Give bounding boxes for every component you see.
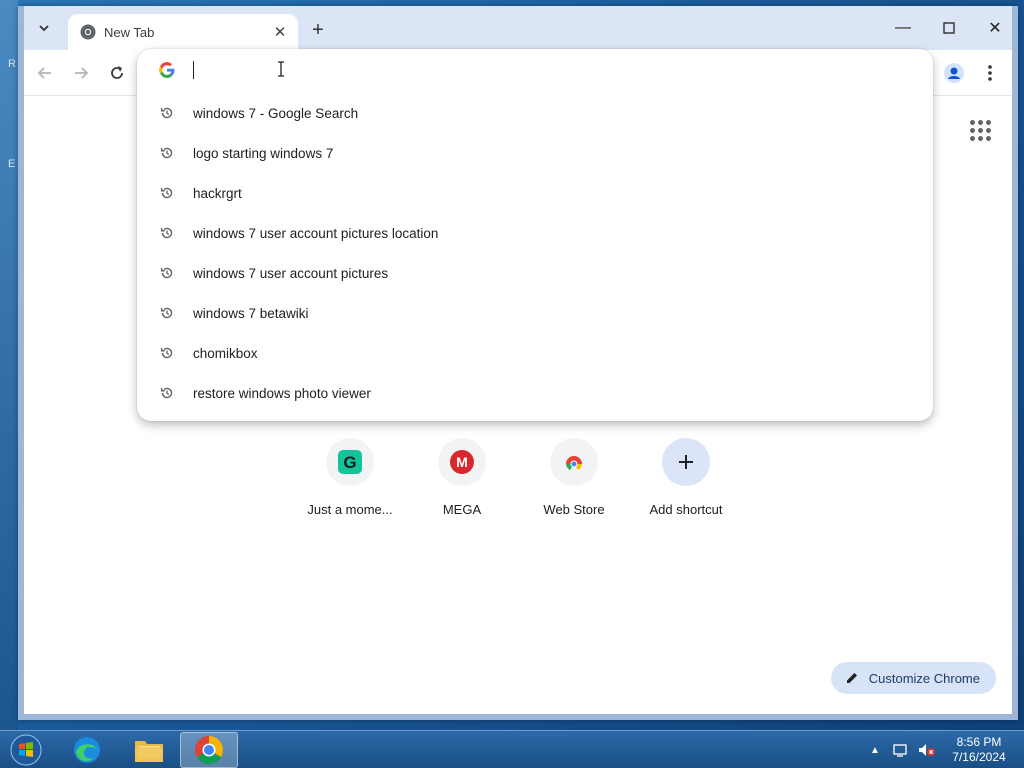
profile-avatar-icon [944,63,964,83]
action-center-flag-icon[interactable] [892,741,910,759]
new-tab-button[interactable]: + [306,18,330,42]
suggestion-text: hackrgrt [193,185,242,201]
taskbar-edge[interactable] [58,732,116,768]
suggestion-text: logo starting windows 7 [193,145,334,161]
history-icon [159,345,175,361]
back-button[interactable] [32,60,58,86]
system-tray: ▲ 8:56 PM 7/16/2024 [866,731,1014,768]
history-icon [159,305,175,321]
close-window-button[interactable]: ✕ [972,14,1018,42]
history-icon [159,105,175,121]
desktop-text-fragment: R [8,58,16,70]
tab-new-tab[interactable]: New Tab ✕ [68,14,298,50]
clock[interactable]: 8:56 PM 7/16/2024 [944,735,1014,765]
history-icon [159,385,175,401]
ibeam-cursor-icon [278,61,284,77]
profile-button[interactable] [940,59,968,87]
history-icon [159,225,175,241]
reload-icon [111,66,123,79]
shortcut-label: Just a mome... [307,502,393,517]
mega-icon: M [450,450,474,474]
plus-icon [679,455,693,469]
tab-title: New Tab [104,24,155,40]
customize-chrome-button[interactable]: Customize Chrome [830,662,996,694]
shortcut-label: Web Store [543,502,605,517]
suggestion-item[interactable]: restore windows photo viewer [137,373,933,413]
clock-date: 7/16/2024 [952,750,1006,764]
customize-chrome-label: Customize Chrome [868,670,980,686]
google-g-icon [159,62,175,78]
maximize-button[interactable] [926,14,972,42]
maximize-icon [943,22,955,34]
tab-close-icon[interactable]: ✕ [268,20,292,44]
shortcut-tiles: G Just a mome... M MEGA Web Store Add sh… [294,438,742,517]
chrome-web-store-icon [566,456,582,470]
taskbar-file-explorer[interactable] [120,732,178,768]
suggestion-text: windows 7 user account pictures [193,265,389,281]
suggestion-list: windows 7 - Google Search logo starting … [137,93,933,413]
suggestion-item[interactable]: windows 7 user account pictures [137,253,933,293]
tab-search-button[interactable] [32,16,56,40]
minimize-button[interactable]: — [880,14,926,42]
suggestion-text: chomikbox [193,345,258,361]
history-icon [159,185,175,201]
suggestion-item[interactable]: chomikbox [137,333,933,373]
title-bar: New Tab ✕ + — ✕ [24,6,1012,50]
suggestion-item[interactable]: windows 7 - Google Search [137,93,933,133]
omnibox-row [137,49,933,91]
omnibox-dropdown: windows 7 - Google Search logo starting … [137,49,933,421]
chrome-icon [195,736,223,764]
shortcut-tile[interactable]: Web Store [518,438,630,517]
shortcut-tile[interactable]: M MEGA [406,438,518,517]
shortcut-tile[interactable]: G Just a mome... [294,438,406,517]
shortcut-label: MEGA [442,502,482,517]
edge-icon [74,737,100,763]
forward-button[interactable] [68,60,94,86]
grammarly-g-icon: G [338,450,362,474]
svg-text:G: G [343,453,356,472]
svg-text:M: M [456,454,468,470]
suggestion-item[interactable]: hackrgrt [137,173,933,213]
omnibox-input[interactable] [197,57,897,83]
volume-muted-icon[interactable] [918,741,936,759]
suggestion-text: windows 7 - Google Search [193,105,359,121]
pencil-icon [846,673,857,683]
shortcut-icon-wrap: M [438,438,486,486]
history-icon [159,145,175,161]
shortcut-label: Add shortcut [649,502,723,517]
start-button[interactable] [6,732,46,768]
show-hidden-icons-icon[interactable]: ▲ [866,741,884,759]
suggestion-item[interactable]: logo starting windows 7 [137,133,933,173]
more-vertical-icon [988,65,992,81]
folder-icon [135,741,163,762]
history-icon [159,265,175,281]
chrome-menu-button[interactable] [976,59,1004,87]
desktop-background-edge: R E [0,0,18,730]
arrow-right-icon [75,67,89,79]
clock-time: 8:56 PM [956,735,1002,749]
windows-start-orb-icon [10,734,42,766]
add-shortcut-tile[interactable]: Add shortcut [630,438,742,517]
suggestion-text: windows 7 betawiki [193,305,309,321]
arrow-left-icon [37,67,51,79]
suggestion-item[interactable]: windows 7 user account pictures location [137,213,933,253]
chrome-favicon-icon [80,24,96,40]
taskbar: ▲ 8:56 PM 7/16/2024 [0,730,1024,768]
chevron-down-icon [39,25,49,32]
desktop-text-fragment: E [8,158,16,170]
shortcut-icon-wrap [662,438,710,486]
shortcut-icon-wrap: G [326,438,374,486]
shortcut-icon-wrap [550,438,598,486]
suggestion-text: restore windows photo viewer [193,385,371,401]
google-apps-button[interactable] [964,114,992,142]
text-caret [193,61,194,79]
taskbar-chrome[interactable] [180,732,238,768]
suggestion-text: windows 7 user account pictures location [193,225,439,241]
suggestion-item[interactable]: windows 7 betawiki [137,293,933,333]
reload-button[interactable] [104,60,130,86]
